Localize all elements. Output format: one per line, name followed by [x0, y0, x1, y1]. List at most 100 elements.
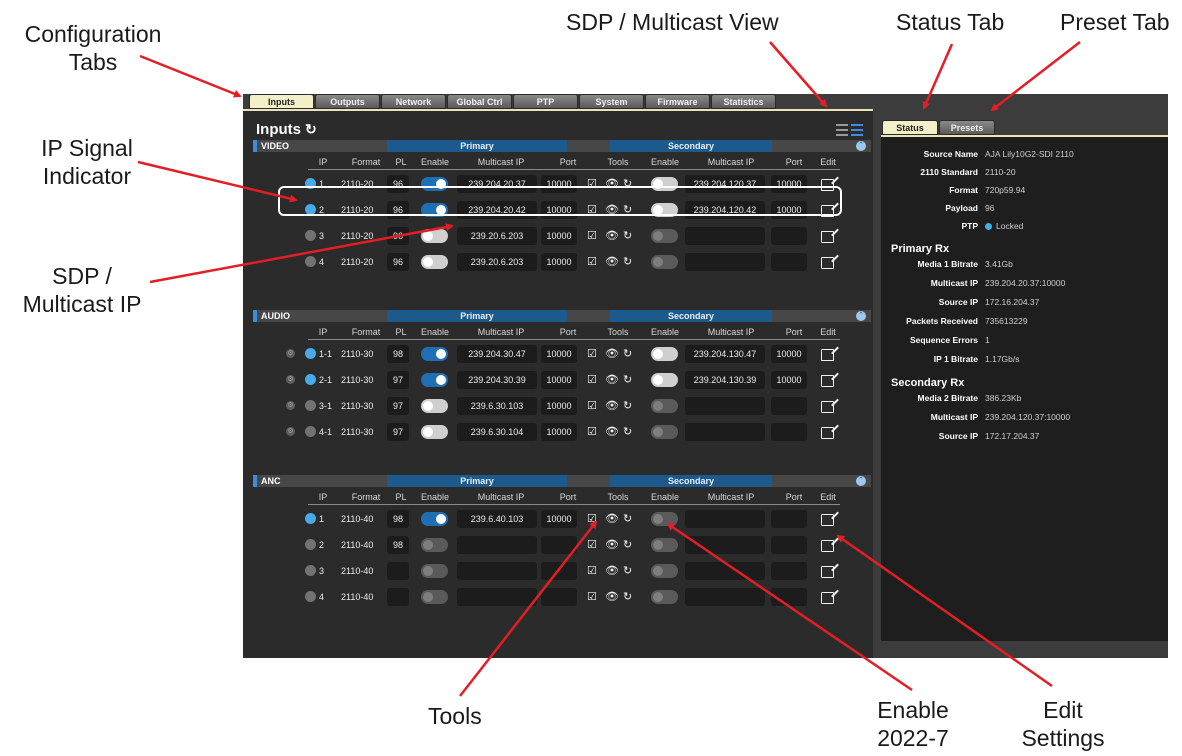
primary-port[interactable]	[541, 588, 577, 606]
edit-icon[interactable]	[821, 592, 834, 604]
side-tab-presets[interactable]: Presets	[939, 120, 995, 135]
secondary-multicast-ip[interactable]	[685, 227, 765, 245]
view-icon[interactable]: 👁	[605, 373, 619, 387]
enable-2022-7-toggle[interactable]	[651, 538, 678, 552]
secondary-port[interactable]	[771, 536, 807, 554]
enable-2022-7-toggle[interactable]	[651, 229, 678, 243]
tab-outputs[interactable]: Outputs	[315, 94, 380, 109]
payload-field[interactable]	[387, 562, 409, 580]
primary-multicast-ip[interactable]	[457, 562, 537, 580]
enable-2022-7-toggle[interactable]	[651, 564, 678, 578]
tab-system[interactable]: System	[579, 94, 644, 109]
refresh-icon[interactable]: ↻	[623, 425, 632, 439]
secondary-multicast-ip[interactable]	[685, 536, 765, 554]
gear-icon[interactable]: ⚙	[286, 427, 295, 436]
secondary-port[interactable]	[771, 562, 807, 580]
enable-2022-7-toggle[interactable]	[651, 425, 678, 439]
view-icon[interactable]: 👁	[605, 590, 619, 604]
primary-enable-toggle[interactable]	[421, 564, 448, 578]
enable-2022-7-toggle[interactable]	[651, 512, 678, 526]
primary-port[interactable]: 10000	[541, 345, 577, 363]
collapse-icon[interactable]: ⌃	[856, 311, 866, 321]
edit-icon[interactable]	[821, 257, 834, 269]
primary-enable-toggle[interactable]	[421, 373, 448, 387]
sdp-icon[interactable]: ☑	[587, 399, 597, 413]
primary-port[interactable]: 10000	[541, 253, 577, 271]
list-view-icon[interactable]	[836, 124, 848, 136]
primary-multicast-ip[interactable]: 239.20.6.203	[457, 253, 537, 271]
edit-icon[interactable]	[821, 566, 834, 578]
payload-field[interactable]: 97	[387, 397, 409, 415]
gear-icon[interactable]: ⚙	[286, 401, 295, 410]
primary-multicast-ip[interactable]	[457, 536, 537, 554]
tab-firmware[interactable]: Firmware	[645, 94, 710, 109]
primary-enable-toggle[interactable]	[421, 590, 448, 604]
primary-enable-toggle[interactable]	[421, 347, 448, 361]
secondary-multicast-ip[interactable]	[685, 423, 765, 441]
sdp-icon[interactable]: ☑	[587, 229, 597, 243]
primary-enable-toggle[interactable]	[421, 229, 448, 243]
sdp-icon[interactable]: ☑	[587, 564, 597, 578]
view-icon[interactable]: 👁	[605, 399, 619, 413]
primary-multicast-ip[interactable]: 239.6.40.103	[457, 510, 537, 528]
refresh-icon[interactable]: ↻	[623, 564, 632, 578]
secondary-multicast-ip[interactable]	[685, 397, 765, 415]
tab-network[interactable]: Network	[381, 94, 446, 109]
tab-global-ctrl[interactable]: Global Ctrl	[447, 94, 512, 109]
collapse-icon[interactable]: ⌃	[856, 476, 866, 486]
secondary-port[interactable]	[771, 253, 807, 271]
secondary-port[interactable]	[771, 397, 807, 415]
payload-field[interactable]: 98	[387, 510, 409, 528]
edit-icon[interactable]	[821, 514, 834, 526]
refresh-icon[interactable]: ↻	[623, 373, 632, 387]
view-icon[interactable]: 👁	[605, 512, 619, 526]
primary-multicast-ip[interactable]	[457, 588, 537, 606]
payload-field[interactable]: 98	[387, 536, 409, 554]
secondary-multicast-ip[interactable]: 239.204.130.47	[685, 345, 765, 363]
secondary-port[interactable]: 10000	[771, 371, 807, 389]
primary-enable-toggle[interactable]	[421, 512, 448, 526]
enable-2022-7-toggle[interactable]	[651, 399, 678, 413]
collapse-icon[interactable]: ⌃	[856, 141, 866, 151]
sdp-icon[interactable]: ☑	[587, 590, 597, 604]
edit-icon[interactable]	[821, 231, 834, 243]
sdp-icon[interactable]: ☑	[587, 512, 597, 526]
secondary-port[interactable]	[771, 588, 807, 606]
tab-inputs[interactable]: Inputs	[249, 94, 314, 109]
enable-2022-7-toggle[interactable]	[651, 373, 678, 387]
payload-field[interactable]: 96	[387, 253, 409, 271]
refresh-icon[interactable]: ↻	[623, 512, 632, 526]
view-icon[interactable]: 👁	[605, 538, 619, 552]
secondary-port[interactable]	[771, 227, 807, 245]
sdp-icon[interactable]: ☑	[587, 255, 597, 269]
payload-field[interactable]: 98	[387, 345, 409, 363]
view-icon[interactable]: 👁	[605, 564, 619, 578]
primary-port[interactable]: 10000	[541, 371, 577, 389]
edit-icon[interactable]	[821, 540, 834, 552]
primary-enable-toggle[interactable]	[421, 399, 448, 413]
secondary-multicast-ip[interactable]	[685, 253, 765, 271]
refresh-icon[interactable]: ↻	[623, 229, 632, 243]
sdp-icon[interactable]: ☑	[587, 347, 597, 361]
view-icon[interactable]: 👁	[605, 425, 619, 439]
view-icon[interactable]: 👁	[605, 255, 619, 269]
refresh-icon[interactable]: ↻	[623, 590, 632, 604]
view-icon[interactable]: 👁	[605, 347, 619, 361]
view-icon[interactable]: 👁	[605, 229, 619, 243]
secondary-port[interactable]	[771, 510, 807, 528]
edit-icon[interactable]	[821, 427, 834, 439]
payload-field[interactable]: 97	[387, 371, 409, 389]
primary-enable-toggle[interactable]	[421, 538, 448, 552]
primary-port[interactable]: 10000	[541, 423, 577, 441]
payload-field[interactable]	[387, 588, 409, 606]
secondary-multicast-ip[interactable]	[685, 588, 765, 606]
primary-enable-toggle[interactable]	[421, 255, 448, 269]
edit-icon[interactable]	[821, 401, 834, 413]
tab-statistics[interactable]: Statistics	[711, 94, 776, 109]
primary-multicast-ip[interactable]: 239.204.30.47	[457, 345, 537, 363]
primary-port[interactable]: 10000	[541, 510, 577, 528]
payload-field[interactable]: 97	[387, 423, 409, 441]
sdp-icon[interactable]: ☑	[587, 373, 597, 387]
refresh-icon[interactable]: ↻	[623, 255, 632, 269]
primary-port[interactable]	[541, 536, 577, 554]
